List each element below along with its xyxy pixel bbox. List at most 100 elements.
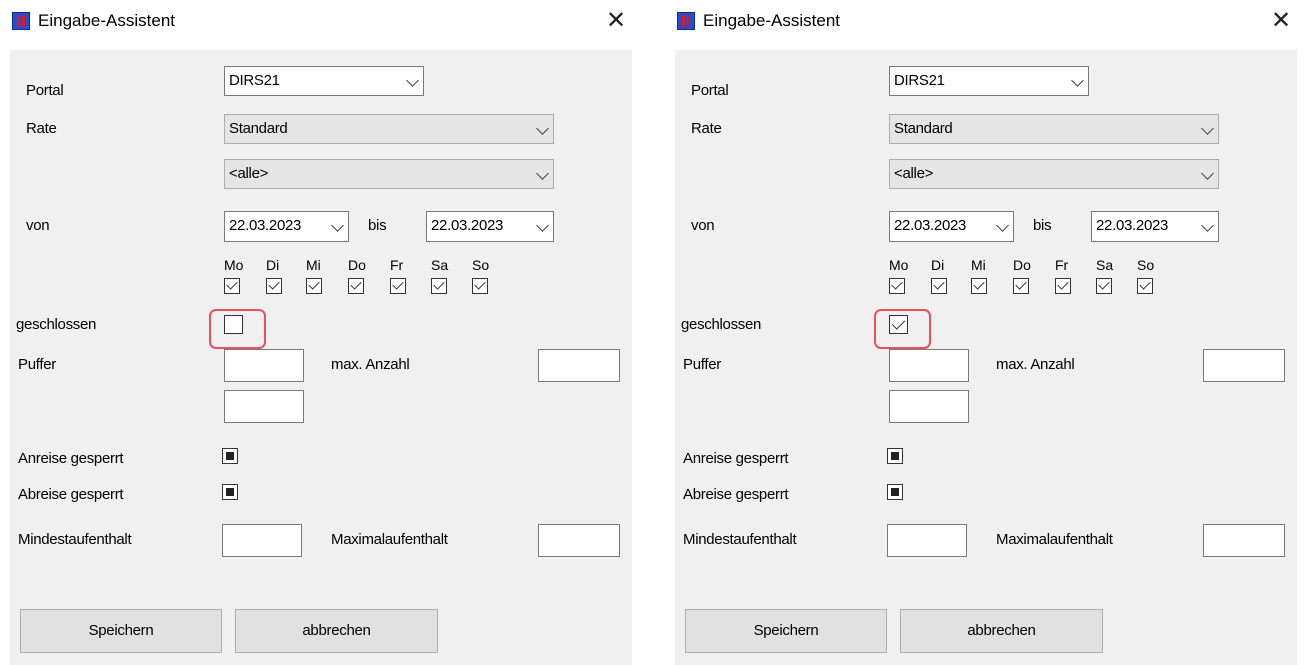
- von-date-picker[interactable]: 22.03.2023: [889, 211, 1014, 242]
- close-icon[interactable]: ✕: [600, 6, 632, 36]
- checkbox-check-icon: [1098, 278, 1110, 290]
- save-button[interactable]: Speichern: [685, 609, 887, 653]
- rate-sub-select[interactable]: <alle>: [889, 159, 1219, 189]
- portal-value: DIRS21: [229, 72, 280, 89]
- checkbox-check-icon: [891, 316, 906, 330]
- von-date-value: 22.03.2023: [229, 217, 302, 234]
- geschlossen-label: geschlossen: [16, 316, 97, 333]
- mindestaufenthalt-input[interactable]: [887, 524, 967, 557]
- geschlossen-checkbox[interactable]: [889, 315, 908, 334]
- title-bar: Eingabe-Assistent ✕: [665, 0, 1303, 46]
- max-anzahl-label: max. Anzahl: [996, 356, 1075, 373]
- von-label: von: [691, 217, 715, 234]
- close-icon[interactable]: ✕: [1265, 6, 1297, 36]
- puffer-input[interactable]: [889, 349, 969, 382]
- checkbox-indeterminate-icon: [226, 452, 234, 460]
- checkbox-check-icon: [268, 278, 280, 290]
- cancel-button[interactable]: abbrechen: [235, 609, 438, 653]
- bis-date-picker[interactable]: 22.03.2023: [426, 211, 554, 242]
- mindestaufenthalt-label: Mindestaufenthalt: [18, 531, 132, 548]
- checkbox-check-icon: [1057, 278, 1069, 290]
- weekday-label-mi: Mi: [306, 257, 321, 273]
- dialog-client-area: Portal DIRS21 Rate Standard <alle> von 2…: [10, 50, 632, 665]
- title-bar: Eingabe-Assistent ✕: [0, 0, 638, 46]
- von-date-value: 22.03.2023: [894, 217, 967, 234]
- weekday-label-so: So: [1137, 257, 1155, 273]
- chevron-down-icon: [536, 217, 549, 233]
- weekday-checkbox-mi[interactable]: [306, 278, 322, 294]
- max-anzahl-input[interactable]: [1203, 349, 1285, 382]
- bis-label: bis: [1033, 217, 1052, 234]
- checkbox-check-icon: [933, 278, 945, 290]
- chevron-down-icon: [406, 72, 419, 88]
- max-anzahl-input[interactable]: [538, 349, 620, 382]
- checkbox-check-icon: [1139, 278, 1151, 290]
- anreise-gesperrt-checkbox[interactable]: [887, 448, 903, 464]
- chevron-down-icon: [1201, 217, 1214, 233]
- cancel-button[interactable]: abbrechen: [900, 609, 1103, 653]
- mindestaufenthalt-input[interactable]: [222, 524, 302, 557]
- dialog-title: Eingabe-Assistent: [38, 11, 176, 30]
- weekday-checkbox-sa[interactable]: [1096, 278, 1112, 294]
- rate-select[interactable]: Standard: [889, 114, 1219, 144]
- rate-sub-value: <alle>: [229, 165, 269, 182]
- bis-label: bis: [368, 217, 387, 234]
- checkbox-check-icon: [226, 278, 238, 290]
- geschlossen-checkbox[interactable]: [224, 315, 243, 334]
- anreise-label: Anreise gesperrt: [18, 450, 124, 467]
- checkbox-check-icon: [392, 278, 404, 290]
- rate-select[interactable]: Standard: [224, 114, 554, 144]
- app-icon: [677, 12, 695, 30]
- weekday-checkbox-di[interactable]: [931, 278, 947, 294]
- abreise-gesperrt-checkbox[interactable]: [887, 484, 903, 500]
- input-assistant-dialog-1: Eingabe-Assistent ✕ Portal DIRS21 Rate S…: [0, 0, 638, 665]
- von-date-picker[interactable]: 22.03.2023: [224, 211, 349, 242]
- checkbox-indeterminate-icon: [891, 488, 899, 496]
- save-button[interactable]: Speichern: [20, 609, 222, 653]
- weekday-checkbox-di[interactable]: [266, 278, 282, 294]
- weekday-checkbox-mo[interactable]: [224, 278, 240, 294]
- portal-select[interactable]: DIRS21: [889, 66, 1089, 96]
- maximalaufenthalt-input[interactable]: [1203, 524, 1285, 557]
- rate-sub-select[interactable]: <alle>: [224, 159, 554, 189]
- weekday-checkbox-mi[interactable]: [971, 278, 987, 294]
- checkbox-indeterminate-icon: [226, 488, 234, 496]
- geschlossen-label: geschlossen: [681, 316, 762, 333]
- weekday-checkbox-fr[interactable]: [390, 278, 406, 294]
- weekday-checkbox-mo[interactable]: [889, 278, 905, 294]
- portal-label: Portal: [26, 82, 64, 99]
- rate-value: Standard: [229, 120, 288, 137]
- puffer-input-2[interactable]: [889, 390, 969, 423]
- weekday-checkbox-fr[interactable]: [1055, 278, 1071, 294]
- abreise-gesperrt-checkbox[interactable]: [222, 484, 238, 500]
- chevron-down-icon: [536, 120, 549, 136]
- chevron-down-icon: [996, 217, 1009, 233]
- abreise-label: Abreise gesperrt: [18, 486, 124, 503]
- weekday-label-di: Di: [931, 257, 945, 273]
- rate-value: Standard: [894, 120, 953, 137]
- weekday-label-di: Di: [266, 257, 280, 273]
- maximalaufenthalt-input[interactable]: [538, 524, 620, 557]
- dialog-title: Eingabe-Assistent: [703, 11, 841, 30]
- anreise-gesperrt-checkbox[interactable]: [222, 448, 238, 464]
- weekday-label-fr: Fr: [390, 257, 404, 273]
- checkbox-check-icon: [350, 278, 362, 290]
- checkbox-check-icon: [308, 278, 320, 290]
- weekday-checkbox-sa[interactable]: [431, 278, 447, 294]
- weekday-checkbox-so[interactable]: [472, 278, 488, 294]
- checkbox-check-icon: [973, 278, 985, 290]
- mindestaufenthalt-label: Mindestaufenthalt: [683, 531, 797, 548]
- checkbox-indeterminate-icon: [891, 452, 899, 460]
- input-assistant-dialog-2: Eingabe-Assistent ✕ Portal DIRS21 Rate S…: [665, 0, 1303, 665]
- bis-date-picker[interactable]: 22.03.2023: [1091, 211, 1219, 242]
- chevron-down-icon: [331, 217, 344, 233]
- weekday-label-so: So: [472, 257, 490, 273]
- puffer-input-2[interactable]: [224, 390, 304, 423]
- weekday-checkbox-do[interactable]: [348, 278, 364, 294]
- portal-select[interactable]: DIRS21: [224, 66, 424, 96]
- weekday-checkbox-do[interactable]: [1013, 278, 1029, 294]
- weekday-checkbox-so[interactable]: [1137, 278, 1153, 294]
- anreise-label: Anreise gesperrt: [683, 450, 789, 467]
- checkbox-check-icon: [433, 278, 445, 290]
- puffer-input[interactable]: [224, 349, 304, 382]
